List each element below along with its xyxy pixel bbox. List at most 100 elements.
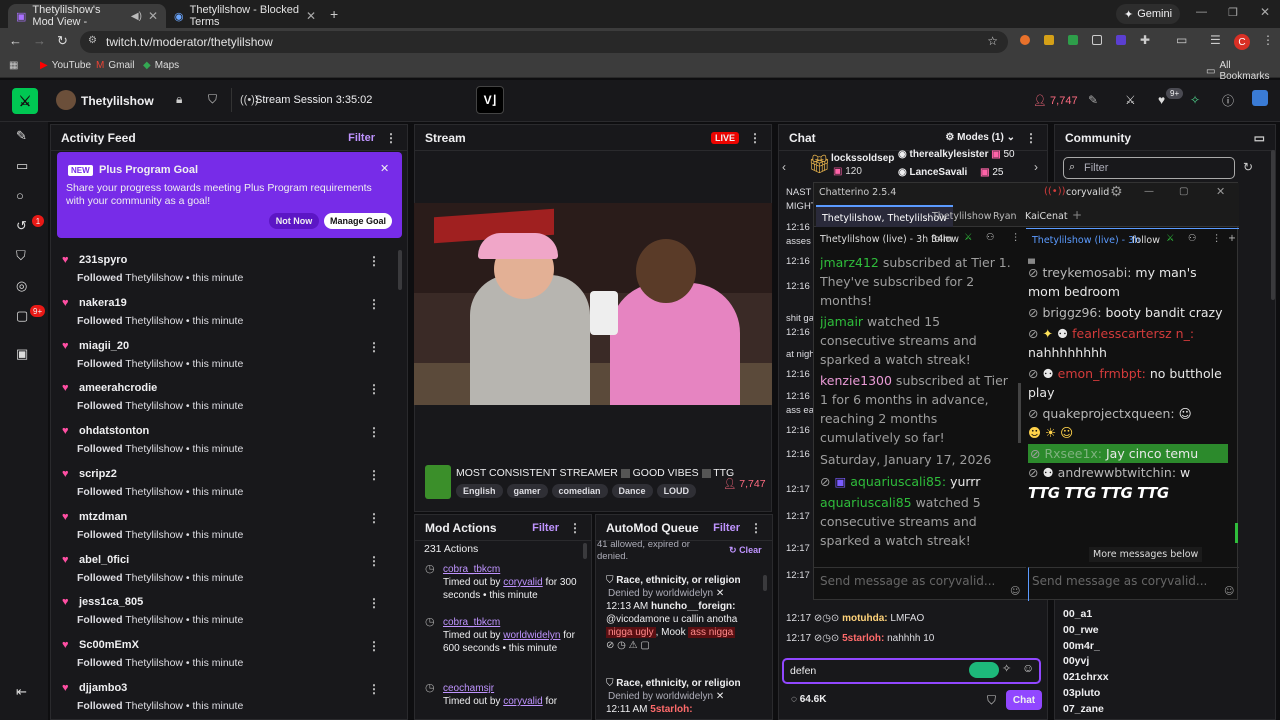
ban-icon[interactable]: ⊘ bbox=[1028, 465, 1038, 480]
account-name[interactable]: coryvalid bbox=[1066, 187, 1109, 198]
close-icon[interactable]: ✕ bbox=[716, 691, 724, 702]
target-icon[interactable]: ◎ bbox=[16, 278, 34, 296]
audio-icon[interactable]: ◀) bbox=[131, 11, 142, 22]
hearts-icon[interactable]: ♥ bbox=[1158, 93, 1165, 107]
close-tab-icon[interactable]: ✕ bbox=[306, 9, 316, 23]
community-filter-input[interactable]: ⌕ Filter bbox=[1063, 157, 1235, 179]
chatterino-tab[interactable]: KaiCenat bbox=[1025, 211, 1068, 222]
extensions-puzzle-icon[interactable]: ✚ bbox=[1140, 33, 1150, 47]
action-user-link[interactable]: cobra_tbkcm bbox=[443, 564, 500, 575]
chatterino-input-left[interactable]: Send message as coryvalid... ☺ bbox=[814, 567, 1026, 601]
tag[interactable]: LOUD bbox=[656, 484, 697, 498]
chat-username[interactable]: aquariuscali85 bbox=[820, 495, 912, 510]
more-icon[interactable]: ⋮ bbox=[368, 340, 380, 354]
action-mod-link[interactable]: coryvalid bbox=[503, 696, 542, 707]
filter-button[interactable]: Filter bbox=[348, 132, 375, 144]
community-user[interactable]: 00m4r_ bbox=[1063, 640, 1100, 652]
chatterino-tab[interactable]: Thetylilshow bbox=[932, 211, 992, 222]
edit-icon[interactable]: ✎ bbox=[1088, 93, 1098, 107]
close-window-icon[interactable]: ✕ bbox=[1260, 5, 1270, 19]
viewers-list-icon[interactable]: ⚇ bbox=[986, 232, 995, 243]
more-icon[interactable]: ⋮ bbox=[368, 297, 380, 311]
mod-action-icons[interactable]: ⊘◷⊙ bbox=[814, 633, 839, 644]
video-player[interactable] bbox=[414, 203, 772, 405]
community-user[interactable]: 00_a1 bbox=[1063, 608, 1092, 620]
filter-button[interactable]: Filter bbox=[532, 522, 559, 534]
more-icon[interactable]: ⋮ bbox=[1212, 233, 1222, 244]
chat-username[interactable]: jmarz412 bbox=[820, 255, 879, 270]
more-icon[interactable]: ⋮ bbox=[750, 521, 762, 535]
community-user[interactable]: 021chrxx bbox=[1063, 671, 1109, 683]
action-user-link[interactable]: ceochamsjr bbox=[443, 683, 494, 694]
chatterino-tab[interactable]: Ryan bbox=[993, 211, 1017, 222]
bookmark-star-icon[interactable]: ☆ bbox=[987, 34, 998, 48]
follower-name[interactable]: jess1ca_805 bbox=[79, 596, 143, 608]
activity-item[interactable]: ♥ nakera19 Followed Thetylilshow • this mi… bbox=[60, 293, 390, 335]
apps-grid-icon[interactable]: ▦ bbox=[9, 60, 18, 71]
widget-icon[interactable]: ▣ bbox=[16, 346, 34, 364]
chat-username[interactable]: Rxsee1x: bbox=[1044, 446, 1102, 461]
gifter-name[interactable]: ◉ therealkylesister ▣ 50 bbox=[898, 149, 1015, 160]
new-tab-icon[interactable]: + bbox=[330, 6, 338, 22]
extension-icon[interactable] bbox=[1044, 35, 1054, 45]
emoji-icon[interactable]: ☺ bbox=[1022, 661, 1034, 675]
follower-name[interactable]: djjambo3 bbox=[79, 682, 127, 694]
activity-item[interactable]: ♥ 231spyro Followed Thetylilshow • this mi… bbox=[60, 250, 390, 292]
chat-username[interactable]: emon_frmbpt: bbox=[1058, 366, 1146, 381]
community-user[interactable]: 00yvj bbox=[1063, 655, 1089, 667]
browser-menu-icon[interactable]: ⋮ bbox=[1262, 33, 1274, 47]
close-tab-icon[interactable]: ✕ bbox=[148, 9, 158, 23]
tag[interactable]: English bbox=[456, 484, 503, 498]
more-icon[interactable]: ⋮ bbox=[1025, 131, 1037, 145]
close-icon[interactable]: ✕ bbox=[716, 588, 724, 599]
bookmark-maps[interactable]: ◆ Maps bbox=[143, 60, 179, 71]
activity-item[interactable]: ♥ ameerahcrodie Followed Thetylilshow • th… bbox=[60, 378, 390, 420]
chevron-left-icon[interactable]: ‹ bbox=[782, 160, 786, 174]
sword-icon[interactable]: ⚔ bbox=[1125, 93, 1136, 107]
more-icon[interactable]: ⋮ bbox=[368, 554, 380, 568]
forward-icon[interactable]: → bbox=[33, 33, 46, 48]
scrollbar[interactable] bbox=[398, 250, 402, 290]
clear-button[interactable]: ↻ Clear bbox=[729, 545, 762, 556]
activity-item[interactable]: ♥ ohdatstonton Followed Thetylilshow • thi… bbox=[60, 421, 390, 463]
pen-icon[interactable]: ✎ bbox=[16, 128, 34, 146]
follower-name[interactable]: nakera19 bbox=[79, 297, 127, 309]
browser-tab-modview[interactable]: ▣ Thetylilshow's Mod View - ◀) ✕ bbox=[8, 4, 166, 28]
shield-icon[interactable]: ⛉ bbox=[987, 693, 996, 708]
sparkle-icon[interactable]: ✧ bbox=[1190, 93, 1200, 107]
bookmark-gmail[interactable]: M Gmail bbox=[96, 60, 134, 71]
extension-icon[interactable] bbox=[1020, 35, 1030, 45]
minimize-icon[interactable]: — bbox=[1144, 186, 1154, 197]
maximize-icon[interactable]: ▢ bbox=[1179, 186, 1188, 197]
follower-name[interactable]: abel_0fici bbox=[79, 554, 129, 566]
reload-icon[interactable]: ↻ bbox=[57, 33, 68, 49]
viewers-list-icon[interactable]: ⚇ bbox=[1188, 233, 1197, 244]
more-icon[interactable]: ⋮ bbox=[368, 511, 380, 525]
action-mod-link[interactable]: coryvalid bbox=[503, 577, 542, 588]
more-icon[interactable]: ⋮ bbox=[368, 254, 380, 268]
restore-icon[interactable]: ❐ bbox=[1228, 6, 1238, 19]
tag[interactable]: comedian bbox=[551, 484, 608, 498]
gifter-name[interactable]: ◉ LanceSavali ▣ 25 bbox=[898, 167, 1003, 178]
extension-icon[interactable] bbox=[1092, 35, 1102, 45]
emote-suggestion-icon[interactable] bbox=[969, 662, 999, 678]
gemini-button[interactable]: ✦ Gemini bbox=[1116, 4, 1180, 24]
automod-actions-icons[interactable]: ⊘ ◷ ⚠ ▢ bbox=[606, 640, 650, 651]
activity-item[interactable]: ♥ scripz2 Followed Thetylilshow • this min… bbox=[60, 464, 390, 506]
action-mod-link[interactable]: worldwidelyn bbox=[503, 630, 560, 641]
chat-username[interactable]: andrewwbtwitchin: bbox=[1058, 465, 1176, 480]
chat-username[interactable]: jjamair bbox=[820, 314, 863, 329]
activity-item[interactable]: ♥ mtzdman Followed Thetylilshow • this min… bbox=[60, 507, 390, 549]
minimize-icon[interactable]: — bbox=[1196, 6, 1207, 18]
extension-icon[interactable] bbox=[1068, 35, 1078, 45]
back-icon[interactable]: ← bbox=[9, 33, 22, 48]
help-icon[interactable]: ⓘ bbox=[1222, 92, 1234, 109]
ban-icon[interactable]: ⊘ bbox=[1030, 446, 1040, 461]
activity-item[interactable]: ♥ abel_0fici Followed Thetylilshow • this … bbox=[60, 550, 390, 592]
more-icon[interactable]: ⋮ bbox=[569, 521, 581, 535]
more-icon[interactable]: ⋮ bbox=[749, 131, 761, 145]
more-icon[interactable]: ⋮ bbox=[385, 131, 397, 145]
add-tab-icon[interactable]: + bbox=[1072, 208, 1082, 222]
sparkle-icon[interactable]: ✧ bbox=[1002, 662, 1011, 675]
scrollbar[interactable] bbox=[1018, 383, 1021, 443]
